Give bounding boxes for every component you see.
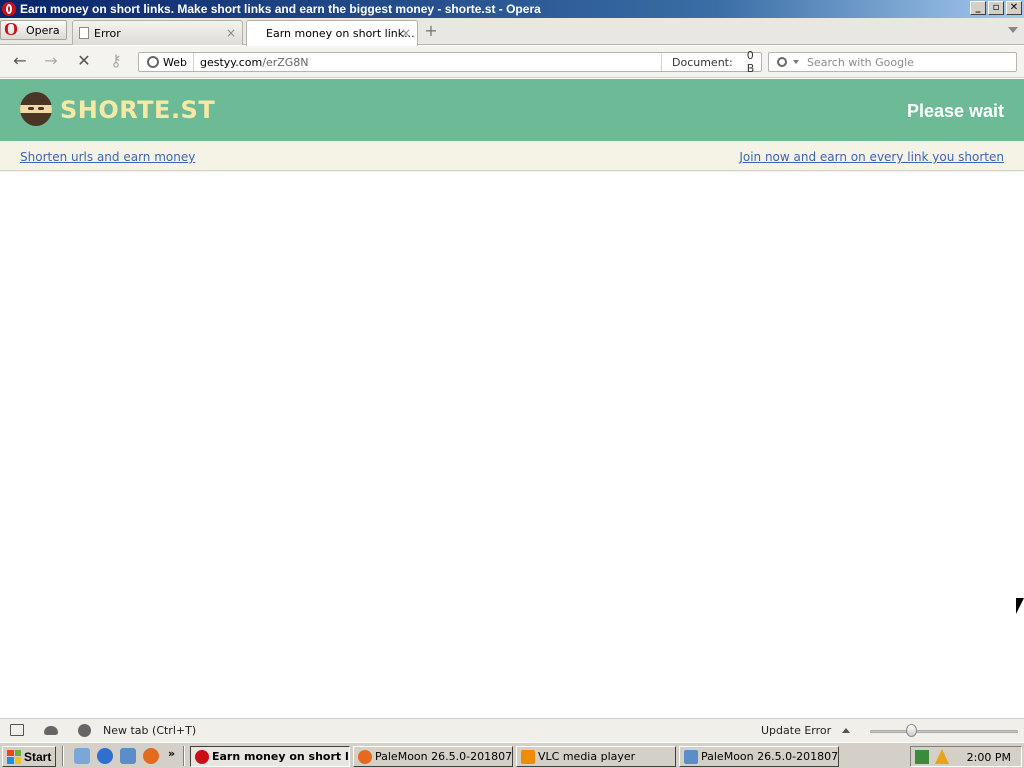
web-badge-label: Web — [163, 55, 187, 69]
firefox-icon — [358, 749, 372, 764]
tab-label: Error — [94, 26, 121, 40]
firefox-icon[interactable] — [143, 748, 159, 764]
globe-icon — [147, 56, 159, 68]
minimize-button[interactable]: _ — [970, 1, 986, 15]
clock[interactable]: 2:00 PM — [967, 751, 1011, 764]
opera-icon[interactable] — [2, 2, 16, 16]
panel-toggle-icon[interactable] — [10, 724, 24, 736]
system-tray: 2:00 PM — [910, 746, 1022, 767]
forward-button[interactable]: → — [40, 52, 62, 72]
tray-warning-icon[interactable] — [935, 749, 949, 764]
taskbar: Start » Earn money on short li... PaleMo… — [0, 742, 1024, 768]
brand-logo-text[interactable]: SHORTE.ST — [60, 96, 215, 124]
join-now-link[interactable]: Join now and earn on every link you shor… — [739, 150, 1004, 164]
taskbar-item-palemoon[interactable]: PaleMoon 26.5.0-201807... — [353, 746, 513, 767]
tab-close-icon[interactable]: × — [226, 26, 236, 40]
status-bar: New tab (Ctrl+T) Update Error — [0, 718, 1024, 742]
start-label: Start — [24, 749, 52, 764]
quicklaunch-more-icon[interactable]: » — [168, 747, 175, 760]
zoom-slider-thumb[interactable] — [906, 724, 917, 737]
taskbar-item-opera[interactable]: Earn money on short li... — [190, 746, 350, 767]
navigation-bar: ← → ✕ ⚷ Web gestyy.com/erZG8N Document: … — [0, 46, 1024, 78]
document-size: 0 B — [746, 49, 755, 75]
new-tab-button[interactable]: + — [422, 23, 440, 41]
site-header: SHORTE.ST Please wait — [0, 79, 1024, 141]
opera-logo-icon: O — [3, 19, 18, 39]
internet-explorer-icon[interactable] — [97, 748, 113, 764]
search-box[interactable] — [768, 52, 1017, 72]
window-title: Earn money on short links. Make short li… — [20, 2, 541, 16]
tab-menu-chevron-icon[interactable] — [1008, 27, 1018, 33]
url-host[interactable]: gestyy.com — [200, 56, 262, 69]
search-icon[interactable] — [777, 57, 787, 67]
please-wait-label: Please wait — [906, 101, 1004, 121]
page-icon — [79, 27, 89, 39]
window-controls: _ ▫ ✕ — [970, 1, 1022, 15]
opera-icon — [195, 749, 209, 764]
update-arrow-icon[interactable] — [842, 728, 850, 733]
promo-bar: Shorten urls and earn money Join now and… — [0, 141, 1024, 171]
document-info: Document: 0 B — [661, 49, 761, 75]
document-label: Document: — [672, 55, 733, 69]
search-input[interactable] — [807, 55, 1007, 69]
windows-flag-icon — [7, 749, 21, 764]
web-badge[interactable]: Web — [139, 53, 194, 71]
stop-button[interactable]: ✕ — [73, 52, 95, 72]
zoom-slider-track[interactable] — [870, 730, 1018, 733]
title-bar: Earn money on short links. Make short li… — [0, 0, 1024, 18]
opera-menu-button[interactable]: O Opera — [0, 20, 67, 40]
update-error-label[interactable]: Update Error — [761, 724, 831, 737]
vlc-icon — [521, 749, 535, 764]
mouse-cursor-icon — [1016, 598, 1024, 614]
status-text: New tab (Ctrl+T) — [103, 724, 197, 737]
taskbar-item-label: PaleMoon 26.5.0-201807... — [701, 750, 839, 763]
network-icon[interactable] — [120, 748, 136, 764]
taskbar-item-label: VLC media player — [538, 750, 636, 763]
shorten-urls-link[interactable]: Shorten urls and earn money — [20, 150, 195, 164]
ninja-logo-icon[interactable] — [20, 92, 52, 126]
search-engine-dropdown-icon[interactable] — [793, 60, 799, 64]
taskbar-item-label: Earn money on short li... — [212, 750, 350, 763]
tab-close-icon[interactable]: × — [401, 26, 411, 40]
document-icon — [684, 749, 698, 764]
address-bar[interactable]: Web gestyy.com/erZG8N Document: 0 B — [138, 49, 762, 75]
turbo-icon[interactable] — [78, 724, 91, 737]
maximize-button[interactable]: ▫ — [988, 1, 1004, 15]
back-button[interactable]: ← — [9, 52, 31, 72]
close-button[interactable]: ✕ — [1006, 1, 1022, 15]
tab-active[interactable]: Earn money on short link... × — [246, 20, 418, 46]
start-button[interactable]: Start — [2, 746, 56, 767]
tab-label: Earn money on short link... — [266, 27, 415, 40]
tray-network-icon[interactable] — [915, 750, 929, 764]
opera-menu-label: Opera — [26, 23, 60, 37]
show-desktop-icon[interactable] — [74, 748, 90, 764]
key-icon[interactable]: ⚷ — [105, 52, 127, 72]
opera-link-cloud-icon[interactable] — [44, 726, 58, 735]
tab-error[interactable]: Error × — [72, 20, 243, 45]
taskbar-item-label: PaleMoon 26.5.0-201807... — [375, 750, 513, 763]
tab-strip: O Opera Error × Earn money on short link… — [0, 18, 1024, 46]
taskbar-item-palemoon-2[interactable]: PaleMoon 26.5.0-201807... — [679, 746, 839, 767]
taskbar-item-vlc[interactable]: VLC media player — [516, 746, 676, 767]
url-path[interactable]: /erZG8N — [262, 56, 308, 69]
